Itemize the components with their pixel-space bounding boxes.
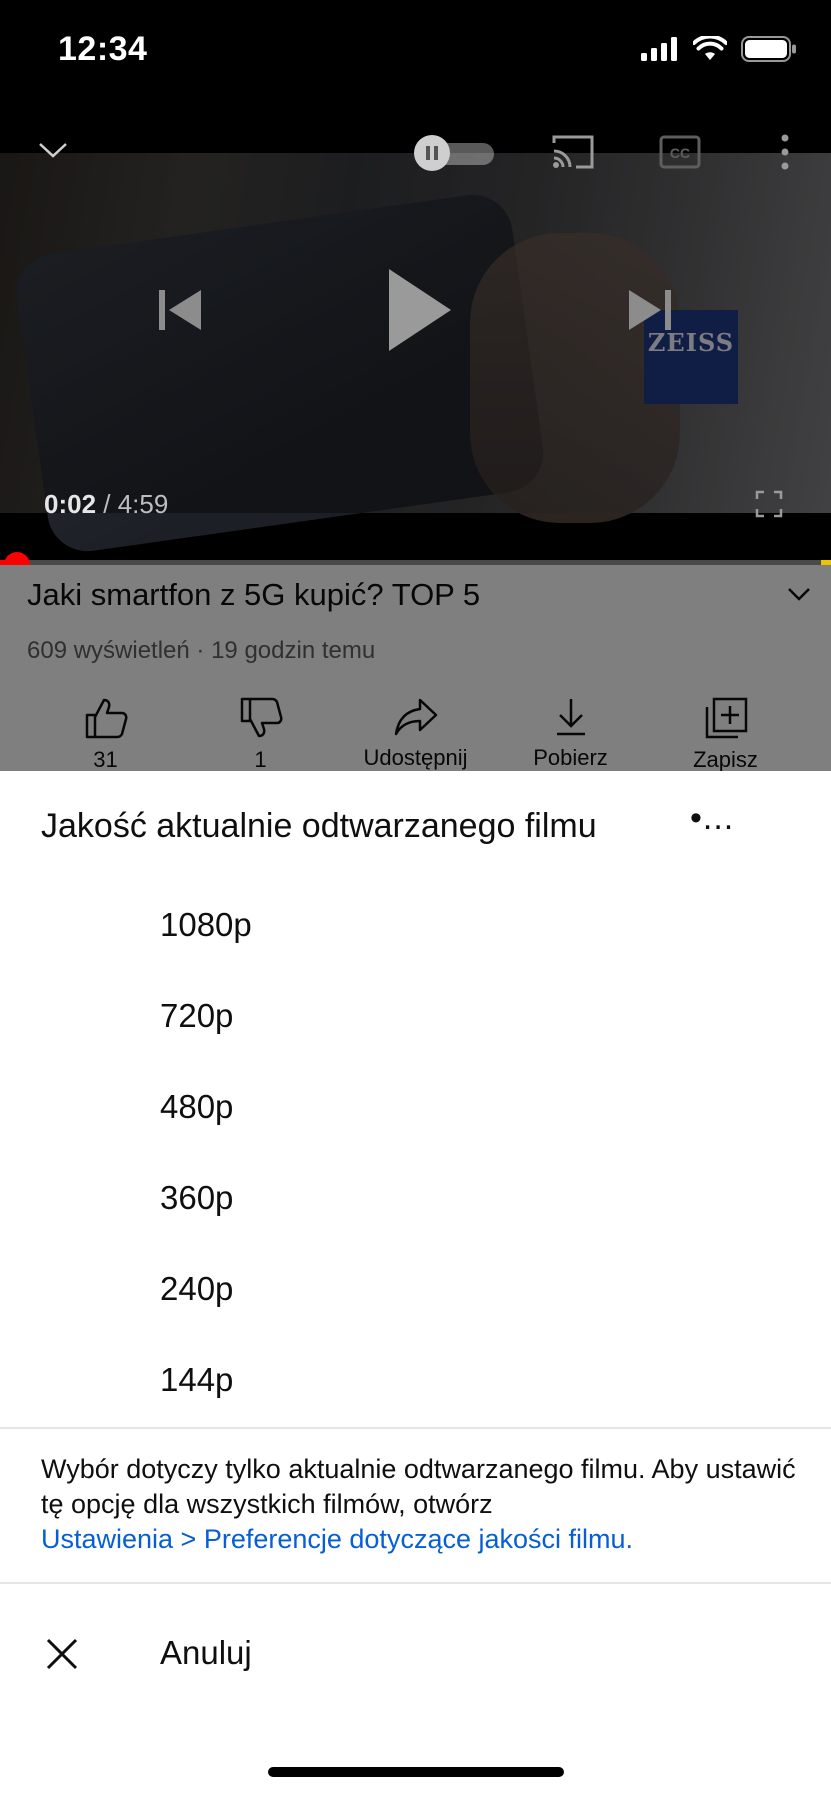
sheet-divider bbox=[0, 1582, 831, 1584]
quality-option-144p[interactable]: 144p bbox=[0, 1334, 831, 1425]
quality-option-360p[interactable]: 360p bbox=[0, 1152, 831, 1243]
battery-icon bbox=[741, 36, 796, 62]
cellular-signal-icon bbox=[641, 37, 677, 61]
play-icon bbox=[389, 269, 451, 351]
duration: 4:59 bbox=[117, 489, 169, 519]
time-separator: / bbox=[96, 489, 118, 519]
video-details: Jaki smartfon z 5G kupić? TOP 5 609 wyśw… bbox=[0, 565, 831, 775]
quality-option-1080p[interactable]: 1080p bbox=[0, 879, 831, 970]
progress-scrubber[interactable] bbox=[4, 552, 30, 565]
cancel-button[interactable]: Anuluj bbox=[0, 1610, 831, 1700]
sheet-divider bbox=[0, 1427, 831, 1429]
quality-option-240p[interactable]: 240p bbox=[0, 1243, 831, 1334]
skip-previous-icon bbox=[159, 290, 201, 330]
playback-time: 0:02 / 4:59 bbox=[44, 489, 168, 520]
quality-option-480p[interactable]: 480p bbox=[0, 1061, 831, 1152]
scrim-overlay[interactable] bbox=[0, 565, 831, 775]
pause-icon bbox=[426, 146, 438, 160]
status-icons bbox=[641, 36, 797, 62]
close-icon bbox=[46, 1638, 78, 1670]
more-vertical-icon bbox=[781, 134, 789, 170]
cancel-label: Anuluj bbox=[160, 1634, 252, 1671]
video-player[interactable]: ZEISS CC 0:02 / 4:59 bbox=[0, 105, 831, 565]
quality-notice-text: Wybór dotyczy tylko aktualnie odtwarzane… bbox=[41, 1454, 796, 1519]
status-time: 12:34 bbox=[58, 30, 148, 68]
fullscreen-icon bbox=[755, 490, 783, 518]
quality-notice: Wybór dotyczy tylko aktualnie odtwarzane… bbox=[41, 1452, 801, 1557]
cast-icon bbox=[552, 135, 594, 169]
autoplay-toggle-knob bbox=[414, 135, 450, 171]
current-time: 0:02 bbox=[44, 489, 97, 519]
play-button[interactable] bbox=[370, 245, 470, 375]
status-bar: 12:34 bbox=[0, 0, 831, 105]
quality-sheet-title: Jakość aktualnie odtwarzanego filmu bbox=[41, 807, 597, 845]
fullscreen-button[interactable] bbox=[752, 487, 786, 521]
captions-button[interactable]: CC bbox=[656, 131, 704, 173]
quality-option-720p[interactable]: 720p bbox=[0, 970, 831, 1061]
chevron-down-icon bbox=[39, 143, 67, 158]
next-video-button[interactable] bbox=[620, 280, 680, 340]
svg-text:CC: CC bbox=[670, 145, 690, 161]
previous-video-button[interactable] bbox=[150, 280, 210, 340]
quality-options-list: 1080p 720p 480p 360p 240p 144p bbox=[0, 879, 831, 1425]
closed-captions-icon: CC bbox=[659, 135, 701, 169]
quality-preferences-link[interactable]: Ustawienia > Preferencje dotyczące jakoś… bbox=[41, 1522, 801, 1557]
minimize-player-button[interactable] bbox=[30, 127, 76, 173]
quality-sheet-more[interactable]: •... bbox=[690, 799, 734, 838]
player-more-options-button[interactable] bbox=[770, 129, 800, 175]
cast-button[interactable] bbox=[548, 131, 598, 173]
skip-next-icon bbox=[629, 290, 671, 330]
autoplay-toggle[interactable] bbox=[414, 135, 496, 171]
wifi-icon bbox=[693, 36, 727, 60]
home-indicator bbox=[268, 1767, 564, 1777]
